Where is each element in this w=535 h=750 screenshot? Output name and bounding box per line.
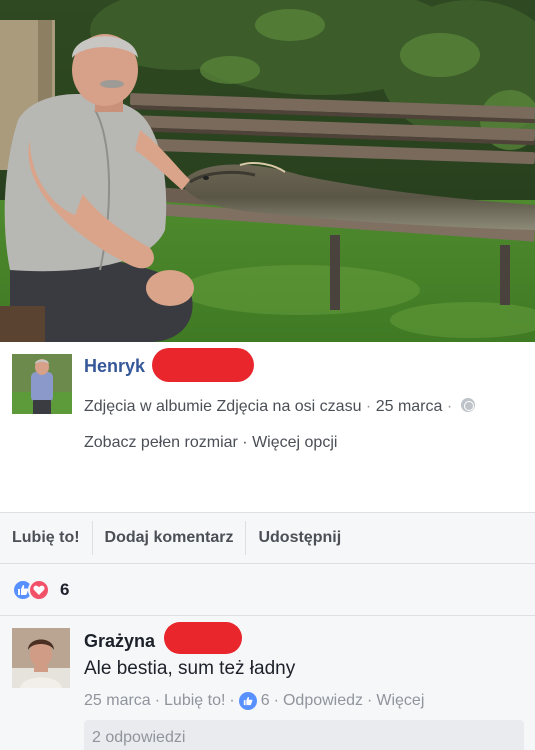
globe-icon: [460, 398, 475, 412]
owner-name[interactable]: Henryk: [84, 356, 145, 377]
comment-section: Grażyna Ale bestia, sum też ładny 25 mar…: [0, 616, 535, 750]
post-date[interactable]: 25 marca: [376, 398, 443, 415]
action-bar: Lubię to! Dodaj komentarz Udostępnij: [0, 512, 535, 564]
separator: ·: [273, 692, 279, 709]
commenter-avatar[interactable]: [12, 628, 70, 688]
commenter-name[interactable]: Grażyna: [84, 631, 155, 652]
redaction-mark: [164, 622, 242, 654]
separator: ·: [229, 692, 235, 709]
separator: ·: [367, 692, 373, 709]
add-comment-button[interactable]: Dodaj komentarz: [93, 521, 246, 555]
share-button[interactable]: Udostępnij: [246, 521, 353, 555]
comment-like-count[interactable]: 6: [261, 692, 270, 710]
comment-like-link[interactable]: Lubię to!: [164, 692, 225, 710]
more-options-link[interactable]: Więcej opcji: [252, 434, 337, 451]
album-prefix: Zdjęcia w albumie: [84, 398, 213, 415]
post-photo[interactable]: [0, 0, 535, 342]
comment-meta: 25 marca · Lubię to! · 6 · Odpowiedz · W…: [84, 692, 424, 710]
post-header: Henryk Zdjęcia w albumie Zdjęcia na osi …: [0, 342, 535, 512]
reaction-count: 6: [60, 579, 70, 599]
separator: ·: [154, 692, 161, 709]
redaction-mark: [152, 348, 254, 382]
separator: ·: [361, 398, 376, 415]
separator: ·: [442, 398, 457, 415]
like-button[interactable]: Lubię to!: [0, 521, 92, 555]
album-link[interactable]: Zdjęcia na osi czasu: [217, 398, 362, 415]
owner-avatar[interactable]: [12, 354, 72, 414]
album-info: Zdjęcia w albumie Zdjęcia na osi czasu ·…: [84, 398, 475, 416]
reaction-summary[interactable]: 6: [0, 564, 535, 616]
replies-link[interactable]: 2 odpowiedzi: [84, 720, 524, 750]
comment-text: Ale bestia, sum też ładny: [84, 658, 296, 679]
separator: ·: [237, 434, 253, 451]
view-full-size-link[interactable]: Zobacz pełen rozmiar: [84, 434, 238, 451]
more-link[interactable]: Więcej: [376, 692, 424, 710]
photo-links: Zobacz pełen rozmiar · Więcej opcji: [84, 434, 337, 452]
reply-link[interactable]: Odpowiedz: [283, 692, 363, 710]
like-icon: [238, 692, 257, 710]
comment-date[interactable]: 25 marca: [84, 692, 151, 710]
love-icon: [28, 578, 50, 601]
